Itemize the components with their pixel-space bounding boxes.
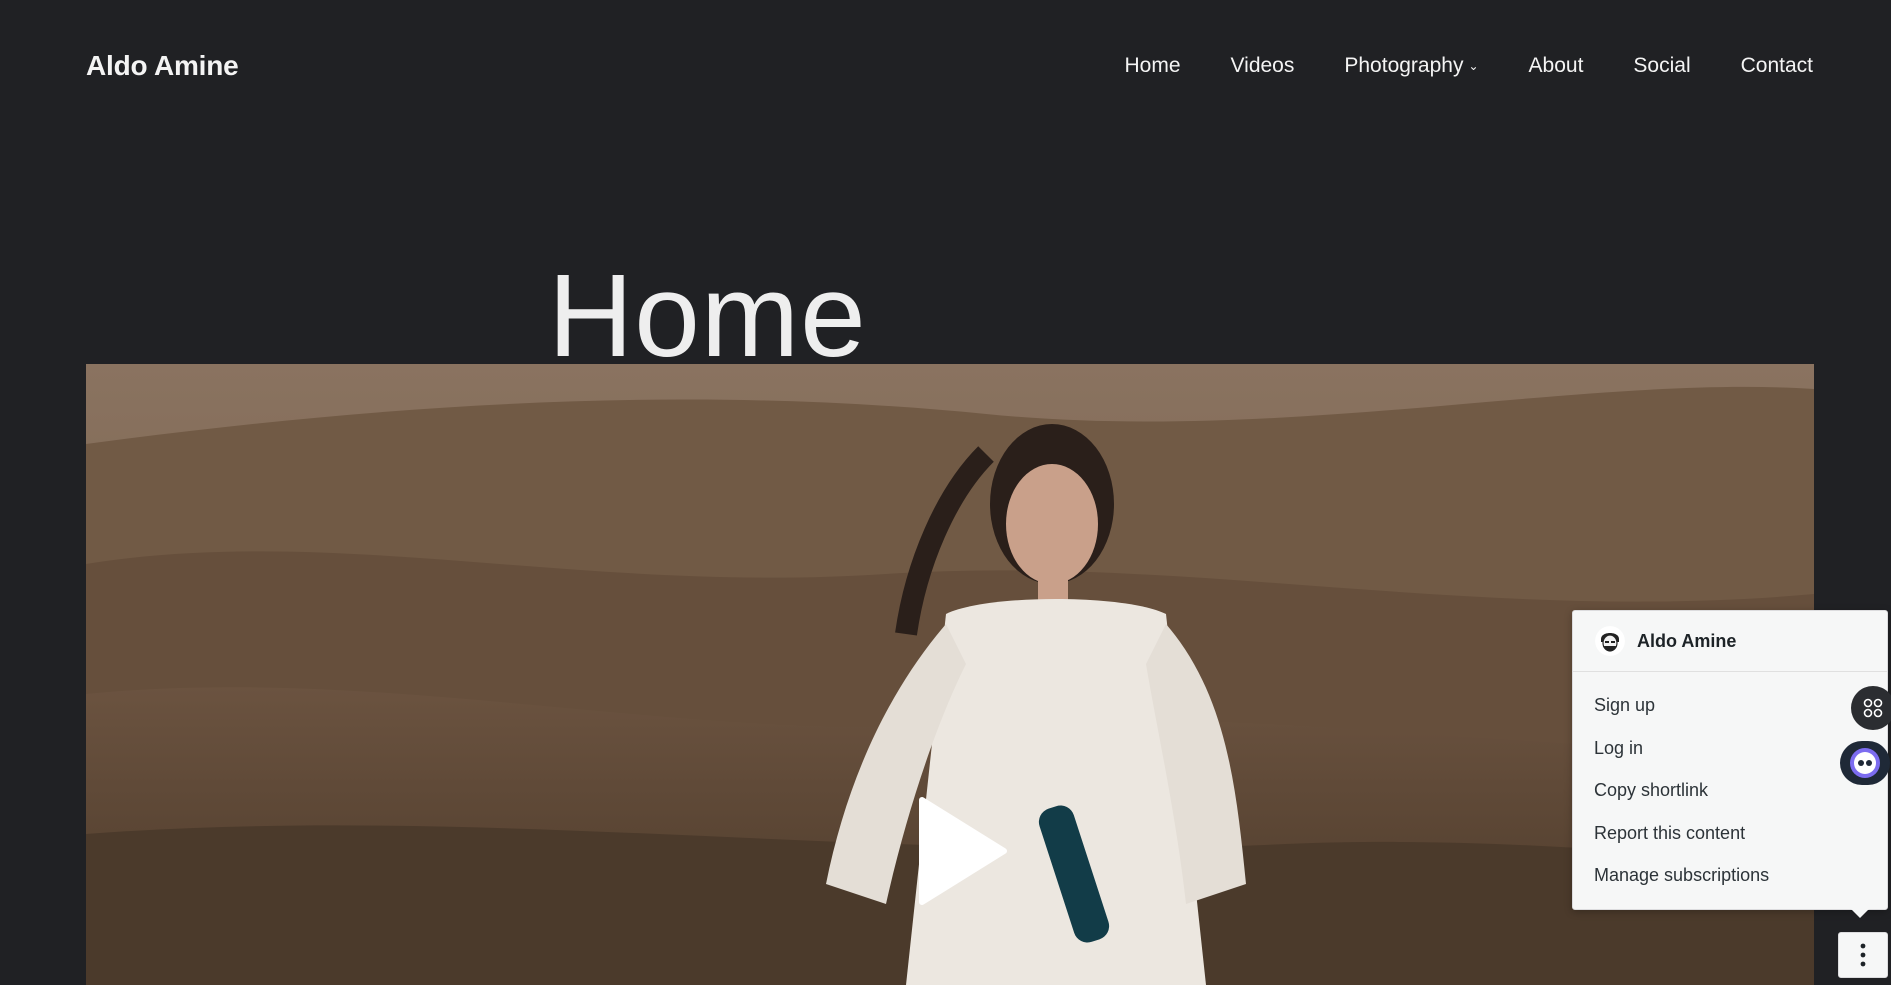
- avatar: [1595, 626, 1625, 656]
- page-title: Home: [548, 250, 867, 383]
- more-vertical-icon: [1860, 943, 1866, 967]
- popup-site-name[interactable]: Aldo Amine: [1637, 631, 1736, 652]
- copy-shortlink-link[interactable]: Copy shortlink: [1573, 769, 1887, 812]
- more-actions-button[interactable]: [1838, 932, 1888, 978]
- nav-home[interactable]: Home: [1125, 54, 1181, 78]
- nav-photography[interactable]: Photography ⌄: [1344, 54, 1478, 78]
- main-navigation: Home Videos Photography ⌄ About Social Co…: [1075, 54, 1814, 78]
- sign-up-link[interactable]: Sign up: [1573, 684, 1887, 727]
- nav-social[interactable]: Social: [1633, 54, 1690, 78]
- nav-photography-label: Photography: [1344, 54, 1464, 77]
- popup-arrow: [1848, 906, 1872, 918]
- site-title[interactable]: Aldo Amine: [86, 50, 239, 82]
- popup-menu: Sign up Log in Copy shortlink Report thi…: [1573, 672, 1887, 897]
- chat-bot-button[interactable]: [1840, 741, 1890, 785]
- grid-icon: [1863, 698, 1883, 718]
- nav-about[interactable]: About: [1529, 54, 1584, 78]
- popup-header: Aldo Amine: [1573, 611, 1887, 672]
- chat-bot-icon: [1850, 748, 1880, 778]
- chevron-down-icon: ⌄: [1468, 59, 1479, 73]
- floating-grid-button[interactable]: [1851, 686, 1891, 730]
- manage-subscriptions-link[interactable]: Manage subscriptions: [1573, 854, 1887, 897]
- nav-videos[interactable]: Videos: [1231, 54, 1295, 78]
- nav-contact[interactable]: Contact: [1741, 54, 1813, 78]
- play-icon[interactable]: [918, 796, 1008, 906]
- report-content-link[interactable]: Report this content: [1573, 812, 1887, 855]
